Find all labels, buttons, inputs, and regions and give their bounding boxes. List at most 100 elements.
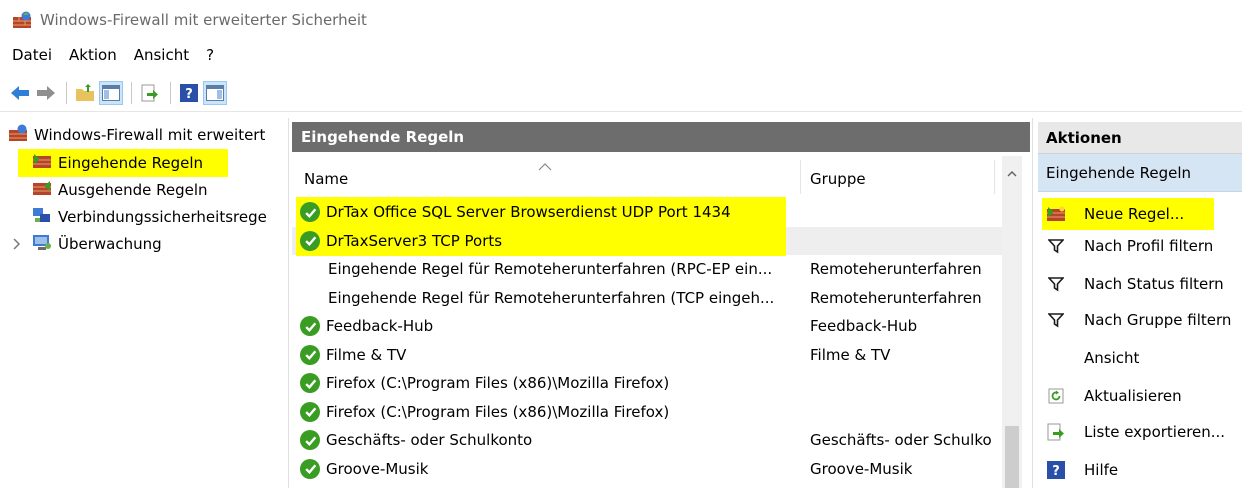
table-row[interactable]: DrTax Office SQL Server Browserdienst UD…: [292, 197, 1004, 228]
scrollbar-thumb[interactable]: [1005, 426, 1019, 488]
rule-group: Remoteherunterfahren: [810, 288, 982, 307]
window-title: Windows-Firewall mit erweiterter Sicherh…: [40, 11, 367, 29]
up-folder-icon[interactable]: [73, 81, 97, 105]
action-hilfe[interactable]: ? Hilfe: [1038, 454, 1242, 486]
column-divider[interactable]: [800, 160, 801, 194]
monitoring-icon: [32, 233, 52, 255]
actions-pane: Aktionen Eingehende Regeln Neue Regel...…: [1038, 122, 1242, 488]
action-label: Neue Regel...: [1084, 205, 1185, 223]
allow-check-icon: [300, 202, 320, 223]
tree-item-eingehende-regeln[interactable]: Eingehende Regeln: [18, 149, 228, 177]
table-row[interactable]: Firefox (C:\Program Files (x86)\Mozilla …: [292, 398, 1004, 427]
column-name-header[interactable]: Name: [304, 170, 348, 188]
new-rule-icon: [1046, 204, 1066, 224]
toolbar-separator: [170, 82, 171, 104]
action-liste-exportieren[interactable]: Liste exportieren...: [1038, 416, 1242, 448]
action-label: Liste exportieren...: [1084, 423, 1226, 441]
show-action-pane-icon[interactable]: [203, 81, 227, 105]
action-nach-status-filtern[interactable]: Nach Status filtern: [1038, 268, 1242, 300]
inbound-rules-icon: [32, 153, 52, 173]
rule-group: Feedback-Hub: [810, 317, 918, 336]
action-label: Nach Profil filtern: [1084, 237, 1214, 255]
tree-item-ausgehende-regeln[interactable]: Ausgehende Regeln: [32, 177, 208, 203]
tree-item-ueberwachung[interactable]: Überwachung: [10, 231, 162, 257]
rule-name: DrTax Office SQL Server Browserdienst UD…: [326, 203, 731, 222]
table-row[interactable]: Firefox (C:\Program Files (x86)\Mozilla …: [292, 369, 1004, 398]
action-nach-profil-filtern[interactable]: Nach Profil filtern: [1038, 230, 1242, 262]
rule-name-cell: Firefox (C:\Program Files (x86)\Mozilla …: [300, 369, 669, 397]
back-arrow-icon[interactable]: [8, 81, 32, 105]
action-label: Aktualisieren: [1084, 387, 1182, 405]
rule-name: DrTaxServer3 TCP Ports: [326, 231, 503, 250]
pane-splitter[interactable]: [288, 118, 289, 488]
table-row[interactable]: Eingehende Regel für Remoteherunterfahre…: [292, 255, 1004, 284]
rule-name-cell: Feedback-Hub: [300, 312, 433, 340]
title-bar: Windows-Firewall mit erweiterter Sicherh…: [0, 0, 1242, 40]
rules-list: DrTax Office SQL Server Browserdienst UD…: [292, 197, 1004, 484]
export-list-icon[interactable]: [138, 81, 162, 105]
toolbar: ?: [0, 78, 1242, 108]
table-row[interactable]: Filme & TV Filme & TV: [292, 341, 1004, 370]
table-row[interactable]: Geschäfts- oder Schulkonto Geschäfts- od…: [292, 426, 1004, 455]
column-divider[interactable]: [994, 160, 995, 194]
table-row[interactable]: Feedback-Hub Feedback-Hub: [292, 312, 1004, 341]
rule-name-cell: DrTax Office SQL Server Browserdienst UD…: [300, 198, 731, 226]
tree-item-label: Ausgehende Regeln: [58, 181, 208, 199]
rule-name: Firefox (C:\Program Files (x86)\Mozilla …: [326, 402, 670, 421]
menu-datei[interactable]: Datei: [12, 46, 52, 64]
scroll-up-icon[interactable]: [1002, 166, 1022, 182]
expand-chevron-icon[interactable]: [10, 238, 24, 250]
filter-icon: [1046, 236, 1066, 256]
menu-bar: Datei Aktion Ansicht ?: [0, 42, 231, 68]
svg-text:?: ?: [185, 87, 193, 102]
action-neue-regel[interactable]: Neue Regel...: [1038, 198, 1242, 230]
rule-group: Remoteherunterfahren: [810, 260, 982, 279]
export-icon: [1046, 422, 1066, 442]
toolbar-separator: [131, 82, 132, 104]
table-row[interactable]: Groove-Musik Groove-Musik: [292, 455, 1004, 484]
actions-section-header[interactable]: Eingehende Regeln: [1038, 154, 1242, 192]
navigation-tree: Windows-Firewall mit erweitert Eingehend…: [0, 118, 288, 488]
allow-check-icon: [300, 458, 320, 479]
sort-ascending-icon: [538, 157, 552, 175]
allow-check-icon: [300, 316, 320, 337]
rule-name-cell: Geschäfts- oder Schulkonto: [300, 426, 532, 454]
rule-name-cell: Firefox (C:\Program Files (x86)\Mozilla …: [300, 398, 669, 426]
filter-icon: [1046, 310, 1066, 330]
column-header-row: Name Gruppe: [292, 156, 1030, 196]
action-nach-gruppe-filtern[interactable]: Nach Gruppe filtern: [1038, 304, 1242, 336]
rules-pane: Eingehende Regeln Name Gruppe DrTax Offi…: [292, 122, 1030, 488]
rule-name: Geschäfts- oder Schulkonto: [326, 431, 533, 450]
action-label: Hilfe: [1084, 461, 1119, 479]
connection-security-icon: [32, 206, 52, 228]
menu-aktion[interactable]: Aktion: [69, 46, 117, 64]
table-row[interactable]: Eingehende Regel für Remoteherunterfahre…: [292, 284, 1004, 313]
menu-ansicht[interactable]: Ansicht: [134, 46, 189, 64]
rule-name: Firefox (C:\Program Files (x86)\Mozilla …: [326, 374, 670, 393]
help-icon[interactable]: ?: [177, 81, 201, 105]
tree-root-label: Windows-Firewall mit erweitert: [34, 126, 266, 144]
table-row[interactable]: DrTaxServer3 TCP Ports: [292, 225, 1004, 256]
rule-group: Geschäfts- oder Schulko: [810, 431, 992, 450]
allow-check-icon: [300, 430, 320, 451]
tree-root[interactable]: Windows-Firewall mit erweitert: [8, 122, 265, 148]
forward-arrow-icon[interactable]: [34, 81, 58, 105]
action-ansicht[interactable]: Ansicht: [1038, 342, 1242, 374]
toolbar-divider: [0, 111, 1242, 112]
action-label: Nach Status filtern: [1084, 275, 1224, 293]
column-group-header[interactable]: Gruppe: [810, 170, 866, 188]
tree-item-verbindungssicherheitsregeln[interactable]: Verbindungssicherheitsrege: [32, 204, 267, 230]
help-icon: ?: [1046, 460, 1066, 480]
rule-name-cell: Filme & TV: [300, 341, 406, 369]
rule-group: Groove-Musik: [810, 459, 913, 478]
tree-item-label: Überwachung: [58, 235, 162, 253]
pane-splitter[interactable]: [1032, 118, 1033, 488]
toolbar-separator: [66, 82, 67, 104]
rule-name: Eingehende Regel für Remoteherunterfahre…: [328, 260, 773, 279]
show-tree-icon[interactable]: [99, 81, 123, 105]
refresh-icon: [1046, 386, 1066, 406]
menu-help[interactable]: ?: [206, 46, 214, 64]
vertical-scrollbar[interactable]: [1002, 156, 1022, 488]
tree-item-label: Eingehende Regeln: [58, 154, 204, 172]
action-aktualisieren[interactable]: Aktualisieren: [1038, 380, 1242, 412]
